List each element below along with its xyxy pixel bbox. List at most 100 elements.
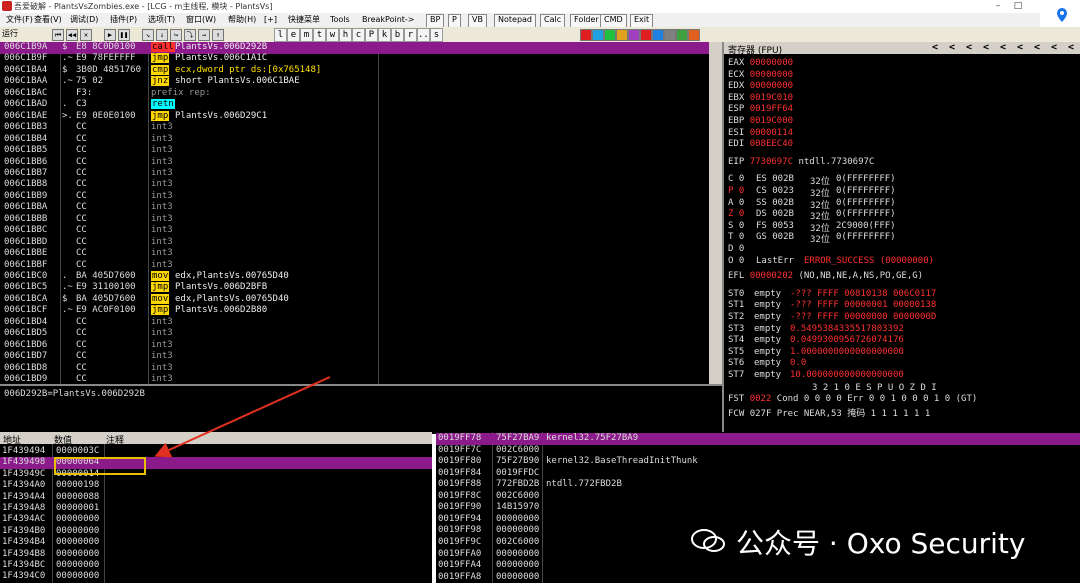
flag-row[interactable]: Z 0 DS 002B 32位 0(FFFFFFFF) xyxy=(728,209,896,222)
disasm-row[interactable]: 006C1BBC CC int3 xyxy=(0,225,709,237)
disasm-row[interactable]: 006C1BB5 CC int3 xyxy=(0,145,709,157)
toolbar-button-1-icon[interactable]: ◀◀ xyxy=(66,29,78,41)
location-pin-button[interactable] xyxy=(1040,2,1080,28)
disasm-row[interactable]: 006C1BBB CC int3 xyxy=(0,214,709,226)
menu-button-calc[interactable]: Calc xyxy=(540,14,566,28)
disasm-row[interactable]: 006C1B9F .~ E9 78FEFFFF jmp PlantsVs.006C1A1… xyxy=(0,53,709,65)
disasm-row[interactable]: 006C1BAD. C3 retn xyxy=(0,99,709,111)
register-value[interactable]: 00000000 xyxy=(750,70,793,80)
toolbar-button-10-icon[interactable]: ↑ xyxy=(212,29,224,41)
menu-item-8[interactable]: 快捷菜单 xyxy=(288,14,320,26)
toolbar-button-2-icon[interactable]: ✕ xyxy=(80,29,92,41)
toolbar-window-b-button[interactable]: b xyxy=(391,28,404,42)
register-ebp[interactable]: EBP 0019C000 xyxy=(728,116,793,126)
menu-button-cmd[interactable]: CMD xyxy=(600,14,627,28)
fpu-register-st0[interactable]: ST0 empty -??? FFFF 00810138 006C0117 xyxy=(728,289,936,299)
register-ecx[interactable]: ECX 00000000 xyxy=(728,70,793,80)
flag-row[interactable]: D 0 xyxy=(728,244,744,254)
toolbar-color-button-9[interactable] xyxy=(688,29,700,41)
menu-item-0[interactable]: 文件(F) xyxy=(6,14,33,26)
minimize-button[interactable]: – xyxy=(990,0,1006,13)
toolbar-button-7-icon[interactable]: ↪ xyxy=(170,29,182,41)
flag-row[interactable]: T 0 GS 002B 32位 0(FFFFFFFF) xyxy=(728,232,896,245)
toolbar-window-k-button[interactable]: k xyxy=(378,28,391,42)
disasm-row[interactable]: 006C1BB3 CC int3 xyxy=(0,122,709,134)
disasm-row[interactable]: 006C1BBD CC int3 xyxy=(0,237,709,249)
register-nav-arrow[interactable]: < xyxy=(966,42,972,53)
register-nav-arrow[interactable]: < xyxy=(1017,42,1023,53)
disasm-row[interactable]: 006C1BA4 $3B0D 4851760 cmp ecx,dword ptr ds… xyxy=(0,64,709,77)
menu-button-exit[interactable]: Exit xyxy=(630,14,654,28)
fpu-register-st1[interactable]: ST1 empty -??? FFFF 00000001 00000138 xyxy=(728,300,936,310)
disasm-row[interactable]: 006C1BBE CC int3 xyxy=(0,248,709,260)
dump-row[interactable]: 1F439494 0000003C xyxy=(0,446,432,458)
toolbar-button-0-icon[interactable]: ⏮ xyxy=(52,29,64,41)
dump-row[interactable]: 1F4394A0 00000198 xyxy=(0,480,432,492)
disasm-row[interactable]: 006C1BB9 CC int3 xyxy=(0,191,709,203)
menu-button-folder[interactable]: Folder xyxy=(570,14,603,28)
fpu-register-st3[interactable]: ST3 empty 0.5495384335517803392 xyxy=(728,324,904,334)
register-value[interactable]: 0019C010 xyxy=(750,93,793,103)
menu-button-vb[interactable]: VB xyxy=(468,14,487,28)
flag-row[interactable]: P 0 CS 0023 32位 0(FFFFFFFF) xyxy=(728,186,896,199)
register-nav-arrow[interactable]: < xyxy=(949,42,955,53)
disasm-row[interactable]: 006C1BB4 CC int3 xyxy=(0,134,709,146)
disasm-row[interactable]: 006C1BBF CC int3 xyxy=(0,260,709,272)
disasm-row[interactable]: 006C1BCA $ BA 405D7600 mov edx,PlantsVs.0076… xyxy=(0,293,709,306)
disasm-row[interactable]: 006C1BAA .~ 75 02 jnz short PlantsVs.006C1BA… xyxy=(0,76,709,88)
disasm-row[interactable]: 006C1BB6 CC int3 xyxy=(0,157,709,169)
fpu-control-word[interactable]: FCW 027F Prec NEAR,53 掩码 1 1 1 1 1 1 xyxy=(728,406,930,419)
menu-item-7[interactable]: [+] xyxy=(264,14,277,26)
register-value[interactable]: 00000202 xyxy=(750,271,793,281)
register-value[interactable]: 7730697C xyxy=(750,157,793,167)
register-nav-arrow[interactable]: < xyxy=(983,42,989,53)
register-efl[interactable]: EFL 00000202 (NO,NB,NE,A,NS,PO,GE,G) xyxy=(728,271,923,281)
toolbar-window-l-button[interactable]: l xyxy=(274,28,287,42)
dump-row[interactable]: 1F4394A4 00000088 xyxy=(0,492,432,504)
register-nav-arrow[interactable]: < xyxy=(932,42,938,53)
stack-row[interactable]: 0019FF88 772FBD2B ntdll.772FBD2B xyxy=(436,479,1080,491)
disasm-row[interactable]: 006C1B9A $ E8 8C0D0100 call PlantsVs.006D292… xyxy=(0,42,709,54)
menu-item-2[interactable]: 调试(D) xyxy=(70,14,98,26)
disasm-row[interactable]: 006C1BAE >. E9 0E0E0100 jmp PlantsVs.006D29C… xyxy=(0,110,709,123)
register-edx[interactable]: EDX 00000000 xyxy=(728,81,793,91)
dump-row[interactable]: 1F4394A8 00000001 xyxy=(0,503,432,515)
stack-row[interactable]: 0019FF90 14B15970 xyxy=(436,502,1080,514)
register-eax[interactable]: EAX 00000000 xyxy=(728,58,793,68)
menu-item-1[interactable]: 查看(V) xyxy=(34,14,62,26)
flag-row[interactable]: O 0 LastErr ERROR_SUCCESS (00000000) xyxy=(728,256,934,266)
stack-row[interactable]: 0019FF80 75F27B90 kernel32.BaseThreadInitT… xyxy=(436,456,1080,468)
disasm-row[interactable]: 006C1BAC F3: prefix rep: xyxy=(0,88,709,100)
fpu-register-st6[interactable]: ST6 empty 0.0 xyxy=(728,358,806,368)
toolbar-button-5-icon[interactable]: ↘ xyxy=(142,29,154,41)
register-esp[interactable]: ESP 0019FF64 xyxy=(728,104,793,114)
menu-item-10[interactable]: BreakPoint-> xyxy=(362,14,415,26)
toolbar-button-8-icon[interactable]: ⤵ xyxy=(184,29,196,41)
menu-item-6[interactable]: 帮助(H) xyxy=(228,14,256,26)
toolbar-window-t-button[interactable]: t xyxy=(313,28,326,42)
menu-item-4[interactable]: 选项(T) xyxy=(148,14,175,26)
fpu-status-word[interactable]: FST 0022 Cond 0 0 0 0 Err 0 0 1 0 0 0 1 … xyxy=(728,394,977,404)
toolbar-color-button-0[interactable] xyxy=(580,29,592,41)
disasm-row[interactable]: 006C1BB7 CC int3 xyxy=(0,168,709,180)
dump-row[interactable]: 1F4394C0 00000000 xyxy=(0,571,432,583)
register-value[interactable]: 00000114 xyxy=(750,128,793,138)
flag-row[interactable]: A 0 SS 002B 32位 0(FFFFFFFF) xyxy=(728,198,896,211)
menu-button-p[interactable]: P xyxy=(448,14,461,28)
dump-row[interactable]: 1F4394AC 00000000 xyxy=(0,514,432,526)
register-nav-arrow[interactable]: < xyxy=(1068,42,1074,53)
dump-row[interactable]: 1F4394BC 00000000 xyxy=(0,560,432,572)
dump-row[interactable]: 1F4394B0 00000000 xyxy=(0,526,432,538)
fpu-register-st4[interactable]: ST4 empty 0.0499300956726074176 xyxy=(728,335,904,345)
fpu-register-st7[interactable]: ST7 empty 10.000000000000000000 xyxy=(728,370,904,380)
stack-row[interactable]: 0019FF8C 002C6000 xyxy=(436,491,1080,503)
menu-item-9[interactable]: Tools xyxy=(330,14,350,26)
flag-row[interactable]: S 0 FS 0053 32位 2C9000(FFF) xyxy=(728,221,896,234)
toolbar-button-9-icon[interactable]: → xyxy=(198,29,210,41)
register-esi[interactable]: ESI 00000114 xyxy=(728,128,793,138)
toolbar-window-w-button[interactable]: w xyxy=(326,28,339,42)
disassembly-pane[interactable]: 006C1B9A $ E8 8C0D0100 call PlantsVs.006D292… xyxy=(0,42,722,384)
fpu-register-st5[interactable]: ST5 empty 1.0000000000000000000 xyxy=(728,347,904,357)
fpu-register-st2[interactable]: ST2 empty -??? FFFF 00000000 0000000D xyxy=(728,312,936,322)
register-nav-arrow[interactable]: < xyxy=(1051,42,1057,53)
